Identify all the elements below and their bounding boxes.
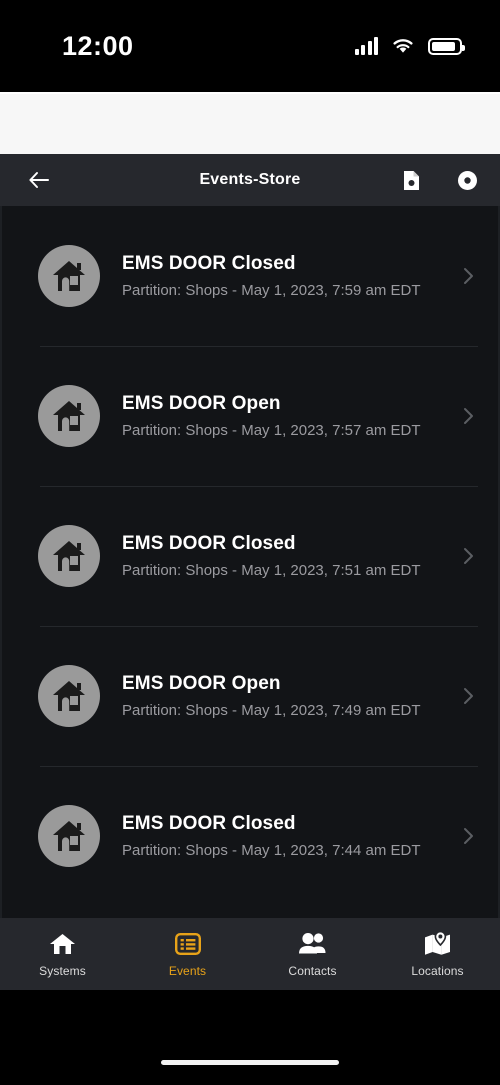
- tab-label: Locations: [411, 963, 464, 978]
- chevron-right-icon: [456, 687, 480, 705]
- list-item-text: EMS DOOR Open Partition: Shops - May 1, …: [100, 673, 456, 719]
- event-title: EMS DOOR Closed: [122, 533, 296, 554]
- list-item[interactable]: EMS DOOR Open Partition: Shops - May 1, …: [2, 626, 498, 766]
- tab-label: Contacts: [288, 963, 337, 978]
- avatar: [38, 385, 100, 447]
- document-icon: [403, 170, 419, 190]
- house-icon: [53, 401, 85, 431]
- house-icon: [53, 541, 85, 571]
- map-pin-icon: [424, 931, 452, 957]
- add-button[interactable]: [456, 169, 478, 191]
- status-bar-icons: [354, 37, 465, 55]
- avatar: [38, 525, 100, 587]
- avatar: [38, 245, 100, 307]
- list-item-text: EMS DOOR Closed Partition: Shops - May 1…: [100, 253, 456, 299]
- event-subtitle: Partition: Shops - May 1, 2023, 7:59 am …: [122, 282, 421, 299]
- list-item[interactable]: EMS DOOR Open Partition: Shops - May 1, …: [2, 346, 498, 486]
- navigation-bar: Events-Store: [0, 154, 500, 206]
- status-bar: 12:00: [0, 0, 500, 92]
- event-title: EMS DOOR Open: [122, 393, 281, 414]
- add-circle-icon: [457, 170, 477, 190]
- tab-events[interactable]: Events: [125, 931, 250, 978]
- chevron-right-icon: [456, 547, 480, 565]
- chevron-right-icon: [456, 267, 480, 285]
- event-subtitle: Partition: Shops - May 1, 2023, 7:49 am …: [122, 702, 421, 719]
- avatar: [38, 805, 100, 867]
- people-icon: [297, 931, 329, 957]
- arrow-left-icon: [29, 172, 49, 188]
- battery-icon: [428, 37, 465, 55]
- bottom-safe-area: [0, 990, 500, 1085]
- event-title: EMS DOOR Open: [122, 673, 281, 694]
- event-subtitle: Partition: Shops - May 1, 2023, 7:57 am …: [122, 422, 421, 439]
- wifi-icon: [391, 37, 415, 55]
- phone-screen: 12:00 Events-Store EMS DOOR Closed Parti…: [0, 0, 500, 1085]
- event-title: EMS DOOR Closed: [122, 253, 296, 274]
- home-icon: [49, 931, 76, 957]
- house-icon: [53, 821, 85, 851]
- back-button[interactable]: [22, 163, 56, 197]
- house-icon: [53, 261, 85, 291]
- event-title: EMS DOOR Closed: [122, 813, 296, 834]
- home-indicator[interactable]: [161, 1060, 339, 1065]
- tab-systems[interactable]: Systems: [0, 931, 125, 978]
- list-item[interactable]: EMS DOOR Closed Partition: Shops - May 1…: [2, 486, 498, 626]
- status-bar-time: 12:00: [62, 30, 134, 61]
- list-item-text: EMS DOOR Closed Partition: Shops - May 1…: [100, 813, 456, 859]
- bottom-tab-bar: Systems Events Contacts Locations: [0, 918, 500, 990]
- house-icon: [53, 681, 85, 711]
- browser-chrome-strip: [0, 92, 500, 154]
- chevron-right-icon: [456, 827, 480, 845]
- cellular-signal-icon: [354, 37, 378, 55]
- document-button[interactable]: [400, 169, 422, 191]
- event-subtitle: Partition: Shops - May 1, 2023, 7:44 am …: [122, 842, 421, 859]
- tab-contacts[interactable]: Contacts: [250, 931, 375, 978]
- list-icon: [174, 931, 201, 957]
- tab-label: Systems: [39, 963, 86, 978]
- events-list-inner: EMS DOOR Closed Partition: Shops - May 1…: [2, 206, 498, 906]
- list-item-text: EMS DOOR Open Partition: Shops - May 1, …: [100, 393, 456, 439]
- events-list[interactable]: EMS DOOR Closed Partition: Shops - May 1…: [0, 206, 500, 918]
- tab-locations[interactable]: Locations: [375, 931, 500, 978]
- list-item[interactable]: EMS DOOR Closed Partition: Shops - May 1…: [2, 766, 498, 906]
- list-item-text: EMS DOOR Closed Partition: Shops - May 1…: [100, 533, 456, 579]
- list-item[interactable]: EMS DOOR Closed Partition: Shops - May 1…: [2, 206, 498, 346]
- avatar: [38, 665, 100, 727]
- navigation-actions: [400, 169, 478, 191]
- event-subtitle: Partition: Shops - May 1, 2023, 7:51 am …: [122, 562, 421, 579]
- tab-label: Events: [168, 963, 207, 978]
- chevron-right-icon: [456, 407, 480, 425]
